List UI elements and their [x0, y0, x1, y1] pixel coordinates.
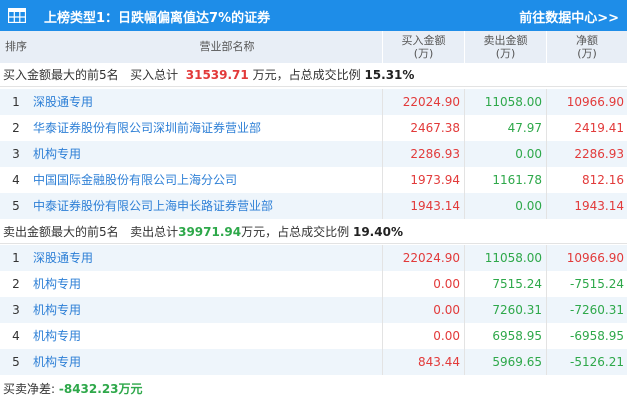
sell-total-unit: 万元， [241, 225, 278, 239]
table-row: 4 机构专用 0.00 6958.95 -6958.95 [0, 323, 627, 349]
sell-amount: 11058.00 [464, 245, 542, 271]
row-rank: 1 [12, 95, 20, 109]
buy-amount: 1973.94 [382, 167, 460, 193]
dept-link[interactable]: 机构专用 [33, 297, 378, 323]
net-difference-label: 买卖净差: [3, 382, 56, 396]
row-rank: 2 [12, 121, 20, 135]
buy-total-label: 买入总计 [130, 68, 179, 82]
row-rank: 1 [12, 251, 20, 265]
row-rank: 2 [12, 277, 20, 291]
sell-amount: 0.00 [464, 141, 542, 167]
dept-link[interactable]: 机构专用 [33, 349, 378, 375]
net-amount: 2419.41 [546, 115, 624, 141]
net-amount: -7515.24 [546, 271, 624, 297]
buy-total-value: 31539.71 [185, 68, 249, 82]
row-rank: 5 [12, 355, 20, 369]
row-rank: 4 [12, 329, 20, 343]
buy-amount: 0.00 [382, 271, 460, 297]
sell-amount: 5969.65 [464, 349, 542, 375]
title-bar: 上榜类型1：日跌幅偏离值达7%的证券 前往数据中心>> [0, 0, 627, 31]
row-rank: 3 [12, 147, 20, 161]
sell-summary-label: 卖出金额最大的前5名 [3, 225, 119, 239]
sell-amount: 7515.24 [464, 271, 542, 297]
net-amount: -7260.31 [546, 297, 624, 323]
sell-total-label: 卖出总计 [130, 225, 179, 239]
net-difference-value: -8432.23万元 [58, 382, 143, 396]
lhb-panel: 上榜类型1：日跌幅偏离值达7%的证券 前往数据中心>> 排序 营业部名称 买入金… [0, 0, 627, 402]
sell-amount: 0.00 [464, 193, 542, 219]
buy-ratio-value: 15.31% [364, 68, 415, 82]
col-header-dept: 营业部名称 [72, 31, 382, 63]
sell-ratio-value: 19.40% [352, 225, 403, 239]
net-amount: 10966.90 [546, 89, 624, 115]
table-row: 5 中泰证券股份有限公司上海申长路证券营业部 1943.14 0.00 1943… [0, 193, 627, 219]
table-icon [8, 8, 26, 23]
net-amount: -6958.95 [546, 323, 624, 349]
col-header-net-unit: (万) [577, 47, 597, 60]
net-amount: 10966.90 [546, 245, 624, 271]
buy-amount: 1943.14 [382, 193, 460, 219]
row-rank: 5 [12, 199, 20, 213]
dept-link[interactable]: 华泰证券股份有限公司深圳前海证券营业部 [33, 115, 378, 141]
col-header-buy: 买入金额 (万) [382, 31, 464, 63]
sell-amount: 11058.00 [464, 89, 542, 115]
buy-amount: 2286.93 [382, 141, 460, 167]
dept-link[interactable]: 中国国际金融股份有限公司上海分公司 [33, 167, 378, 193]
col-header-sell-label: 卖出金额 [483, 34, 528, 47]
dept-link[interactable]: 深股通专用 [33, 89, 378, 115]
buy-amount: 0.00 [382, 323, 460, 349]
data-center-link[interactable]: 前往数据中心>> [519, 7, 619, 26]
table-row: 1 深股通专用 22024.90 11058.00 10966.90 [0, 89, 627, 115]
table-row: 2 机构专用 0.00 7515.24 -7515.24 [0, 271, 627, 297]
col-header-net-label: 净额 [576, 34, 598, 47]
buy-amount: 843.44 [382, 349, 460, 375]
buy-amount: 2467.38 [382, 115, 460, 141]
sell-amount: 1161.78 [464, 167, 542, 193]
col-header-sell-unit: (万) [495, 47, 516, 60]
net-amount: 1943.14 [546, 193, 624, 219]
net-difference: 买卖净差: -8432.23万元 [0, 378, 627, 402]
col-header-sell: 卖出金额 (万) [464, 31, 546, 63]
row-rank: 4 [12, 173, 20, 187]
net-amount: 812.16 [546, 167, 624, 193]
table-row: 1 深股通专用 22024.90 11058.00 10966.90 [0, 245, 627, 271]
buy-amount: 0.00 [382, 297, 460, 323]
table-row: 3 机构专用 0.00 7260.31 -7260.31 [0, 297, 627, 323]
buy-total-unit: 万元， [252, 68, 289, 82]
table-row: 4 中国国际金融股份有限公司上海分公司 1973.94 1161.78 812.… [0, 167, 627, 193]
table-row: 5 机构专用 843.44 5969.65 -5126.21 [0, 349, 627, 375]
net-amount: 2286.93 [546, 141, 624, 167]
col-header-buy-label: 买入金额 [401, 34, 446, 47]
dept-link[interactable]: 深股通专用 [33, 245, 378, 271]
col-header-rank: 排序 [0, 31, 72, 63]
buy-amount: 22024.90 [382, 89, 460, 115]
net-amount: -5126.21 [546, 349, 624, 375]
row-rank: 3 [12, 303, 20, 317]
sell-total-value: 39971.94 [178, 225, 242, 239]
dept-link[interactable]: 机构专用 [33, 323, 378, 349]
buy-summary-label: 买入金额最大的前5名 [3, 68, 119, 82]
sell-amount: 47.97 [464, 115, 542, 141]
sell-summary: 卖出金额最大的前5名 卖出总计39971.94万元，占总成交比例 19.40% [0, 220, 627, 244]
col-header-buy-unit: (万) [413, 47, 434, 60]
buy-ratio-label: 占总成交比例 [288, 68, 361, 82]
sell-amount: 7260.31 [464, 297, 542, 323]
sell-ratio-label: 占总成交比例 [277, 225, 350, 239]
table-row: 2 华泰证券股份有限公司深圳前海证券营业部 2467.38 47.97 2419… [0, 115, 627, 141]
buy-amount: 22024.90 [382, 245, 460, 271]
dept-link[interactable]: 机构专用 [33, 141, 378, 167]
buy-summary: 买入金额最大的前5名 买入总计 31539.71 万元，占总成交比例 15.31… [0, 63, 627, 87]
table-row: 3 机构专用 2286.93 0.00 2286.93 [0, 141, 627, 167]
dept-link[interactable]: 机构专用 [33, 271, 378, 297]
col-header-net: 净额 (万) [546, 31, 627, 63]
page-title: 上榜类型1：日跌幅偏离值达7%的证券 [44, 11, 271, 26]
sell-amount: 6958.95 [464, 323, 542, 349]
dept-link[interactable]: 中泰证券股份有限公司上海申长路证券营业部 [33, 193, 378, 219]
